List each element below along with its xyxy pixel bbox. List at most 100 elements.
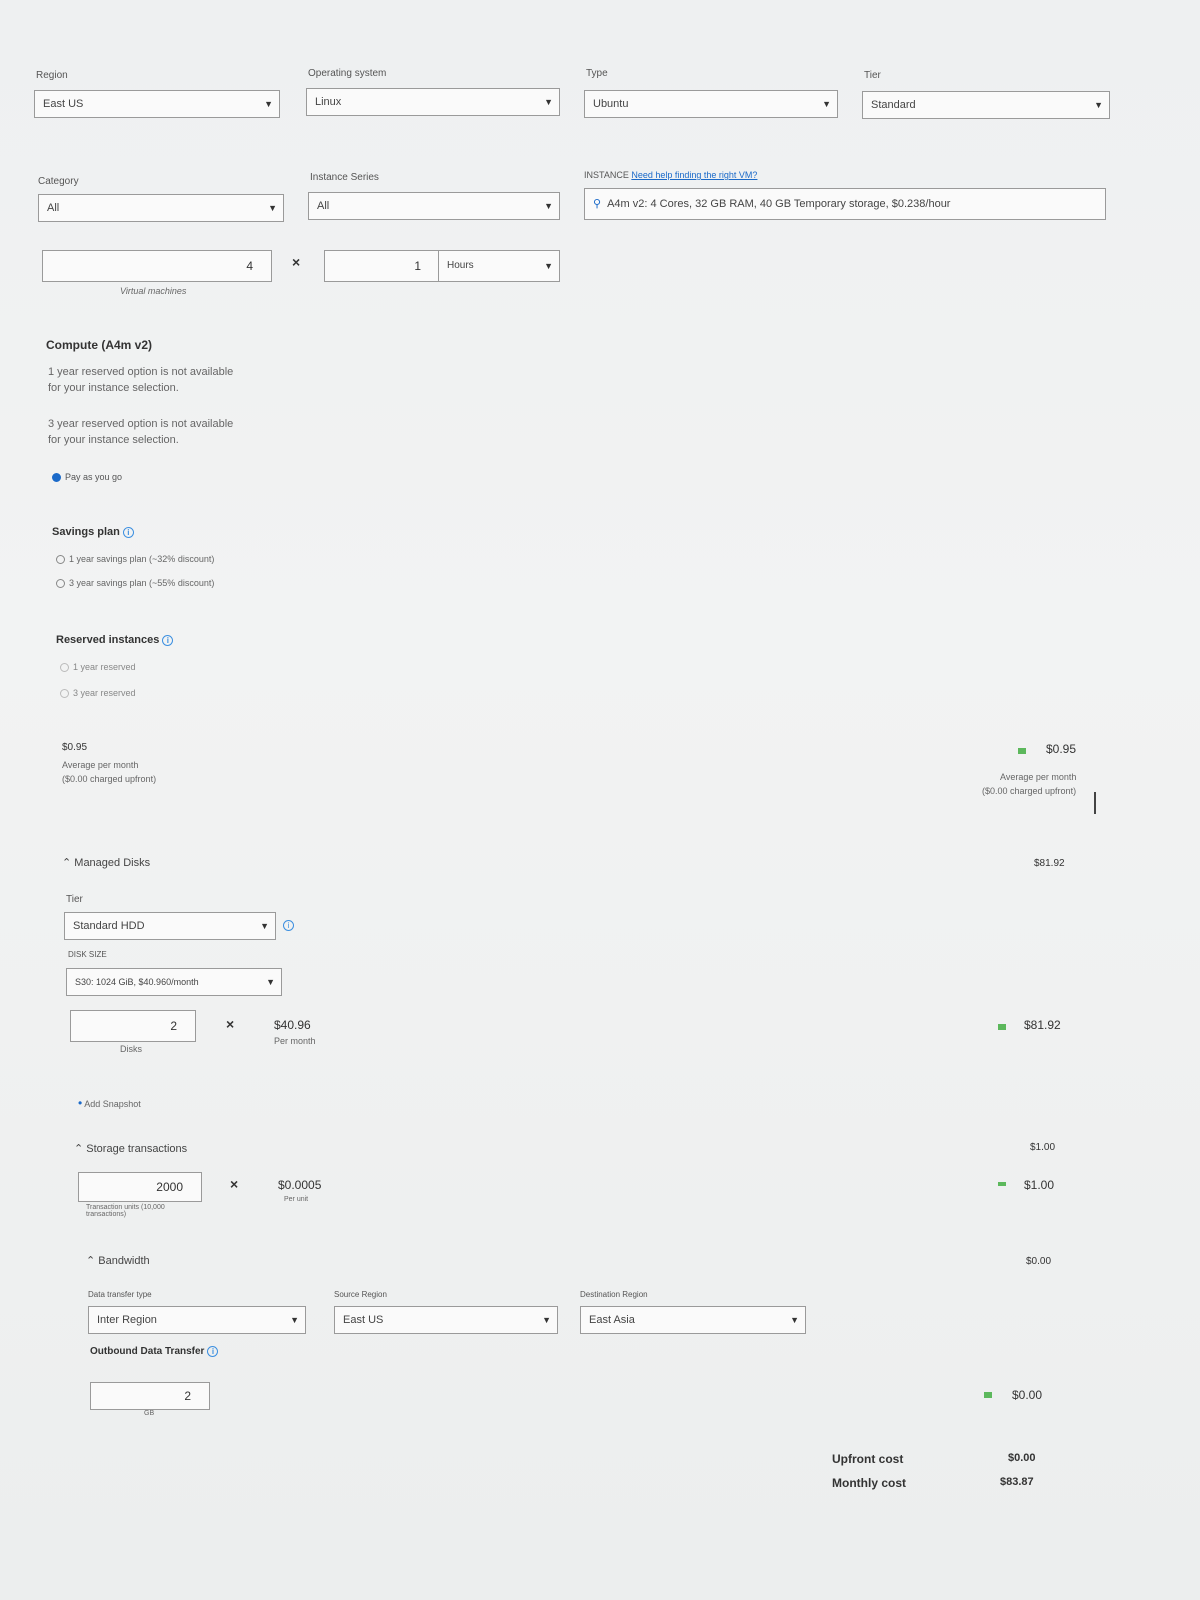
upfront-cost-label: Upfront cost — [832, 1452, 904, 1466]
payg-option[interactable]: Pay as you go — [52, 472, 122, 483]
info-icon[interactable]: i — [207, 1346, 219, 1357]
radio-icon — [56, 579, 65, 589]
instance-help-link[interactable]: Need help finding the right VM? — [631, 170, 757, 180]
multiply-icon: × — [226, 1016, 235, 1032]
chevron-down-icon: ▼ — [822, 99, 831, 109]
compute-total-avg: Average per month — [1000, 772, 1077, 782]
outbound-transfer-title: Outbound Data Transfer i — [90, 1346, 219, 1357]
chevron-down-icon: ▼ — [542, 1315, 551, 1325]
series-select[interactable]: All ▼ — [308, 192, 560, 220]
storage-line-total: $1.00 — [1024, 1178, 1055, 1192]
upfront-cost-value: $0.00 — [1008, 1452, 1036, 1464]
multiply-icon: × — [230, 1176, 239, 1192]
managed-disks-header[interactable]: ⌃ Managed Disks — [62, 856, 150, 869]
disk-count-input[interactable]: 2 — [70, 1010, 196, 1042]
hours-input[interactable]: 1 — [324, 250, 440, 282]
disk-size-select[interactable]: S30: 1024 GiB, $40.960/month ▼ — [66, 968, 282, 996]
instance-search[interactable]: ⚲ A4m v2: 4 Cores, 32 GB RAM, 40 GB Tempo… — [584, 188, 1106, 220]
chevron-down-icon: ▼ — [264, 99, 273, 109]
search-icon: ⚲ — [593, 198, 602, 210]
monthly-cost-label: Monthly cost — [832, 1476, 906, 1490]
disk-tier-label: Tier — [66, 894, 83, 905]
source-region-select[interactable]: East US ▼ — [334, 1306, 558, 1334]
disk-tier-select[interactable]: Standard HDD ▼ — [64, 912, 276, 940]
reserved1-note: 1 year reserved option is not available f… — [48, 366, 234, 394]
transfer-type-select[interactable]: Inter Region ▼ — [88, 1306, 306, 1334]
reserved-instances-title: Reserved instances i — [56, 634, 174, 646]
disk-unit-price: $40.96 — [274, 1018, 311, 1032]
hours-unit-select[interactable]: Hours ▼ — [438, 250, 560, 282]
source-region-label: Source Region — [334, 1290, 387, 1299]
bandwidth-header[interactable]: ⌃ Bandwidth — [86, 1254, 150, 1267]
chevron-down-icon: ▼ — [268, 203, 277, 213]
savings-1yr-option[interactable]: 1 year savings plan (~32% discount) — [56, 554, 214, 565]
destination-region-label: Destination Region — [580, 1290, 648, 1299]
storage-section-total: $1.00 — [1030, 1142, 1056, 1153]
equals-icon — [998, 1024, 1006, 1030]
disk-unit-caption: Per month — [274, 1036, 316, 1046]
storage-unit-price: $0.0005 — [278, 1178, 322, 1192]
compute-avg: Average per month — [62, 760, 139, 770]
info-icon[interactable]: i — [162, 634, 174, 646]
compute-price: $0.95 — [62, 742, 88, 753]
storage-transactions-header[interactable]: ⌃ Storage transactions — [74, 1142, 187, 1155]
type-select[interactable]: Ubuntu ▼ — [584, 90, 838, 118]
disk-count-caption: Disks — [120, 1044, 142, 1054]
vm-count-caption: Virtual machines — [120, 286, 187, 296]
equals-icon — [984, 1392, 992, 1398]
disk-size-label: DISK SIZE — [68, 950, 107, 959]
compute-upfront: ($0.00 charged upfront) — [62, 774, 157, 784]
bandwidth-section-total: $0.00 — [1026, 1256, 1052, 1267]
monthly-cost-value: $83.87 — [1000, 1476, 1034, 1488]
outbound-transfer-input[interactable]: 2 — [90, 1382, 210, 1410]
savings-3yr-option[interactable]: 3 year savings plan (~55% discount) — [56, 578, 214, 589]
tier-label: Tier — [864, 70, 881, 81]
series-label: Instance Series — [310, 172, 379, 183]
region-select[interactable]: East US ▼ — [34, 90, 280, 118]
add-snapshot-toggle[interactable]: • Add Snapshot — [78, 1096, 141, 1110]
info-icon[interactable]: i — [122, 526, 134, 538]
category-label: Category — [38, 176, 79, 187]
reserved-1yr-option: 1 year reserved — [60, 662, 136, 673]
disk-line-total: $81.92 — [1024, 1018, 1061, 1032]
multiply-icon: × — [292, 254, 301, 270]
chevron-down-icon: ▼ — [544, 261, 553, 271]
savings-plan-title: Savings plan i — [52, 526, 134, 538]
tier-select[interactable]: Standard ▼ — [862, 91, 1110, 119]
compute-total-upfront: ($0.00 charged upfront) — [982, 786, 1077, 796]
storage-count-input[interactable]: 2000 — [78, 1172, 202, 1202]
destination-region-select[interactable]: East Asia ▼ — [580, 1306, 806, 1334]
chevron-down-icon: ▼ — [544, 201, 553, 211]
reserved3-note: 3 year reserved option is not available f… — [48, 418, 234, 446]
instance-label: INSTANCE Need help finding the right VM? — [584, 170, 758, 180]
region-label: Region — [36, 70, 68, 81]
chevron-down-icon: ▼ — [790, 1315, 799, 1325]
reserved-3yr-option: 3 year reserved — [60, 688, 136, 699]
chevron-down-icon: ▼ — [544, 97, 553, 107]
chevron-down-icon: ▼ — [1094, 100, 1103, 110]
radio-icon — [56, 555, 65, 565]
chevron-up-icon: ⌃ — [62, 857, 72, 869]
os-select[interactable]: Linux ▼ — [306, 88, 560, 116]
radio-icon — [60, 689, 69, 699]
chevron-down-icon: ▼ — [260, 921, 269, 931]
category-select[interactable]: All ▼ — [38, 194, 284, 222]
scroll-indicator — [1094, 792, 1096, 814]
storage-unit-caption: Per unit — [284, 1196, 309, 1203]
chevron-up-icon: ⌃ — [74, 1143, 84, 1155]
bandwidth-line-total: $0.00 — [1012, 1388, 1043, 1402]
chevron-down-icon: ▼ — [266, 977, 275, 987]
disks-section-total: $81.92 — [1034, 858, 1065, 869]
equals-icon — [998, 1182, 1006, 1186]
chevron-up-icon: ⌃ — [86, 1255, 96, 1267]
os-label: Operating system — [308, 68, 387, 79]
radio-selected-icon — [52, 473, 61, 483]
chevron-down-icon: ▼ — [290, 1315, 299, 1325]
outbound-unit: GB — [144, 1410, 155, 1417]
vm-count-input[interactable]: 4 — [42, 250, 272, 282]
toggle-icon: • — [78, 1096, 83, 1110]
info-icon[interactable]: i — [283, 920, 294, 931]
storage-count-caption: Transaction units (10,000 transactions) — [86, 1204, 165, 1218]
transfer-type-label: Data transfer type — [88, 1290, 152, 1299]
compute-total: $0.95 — [1046, 742, 1077, 756]
